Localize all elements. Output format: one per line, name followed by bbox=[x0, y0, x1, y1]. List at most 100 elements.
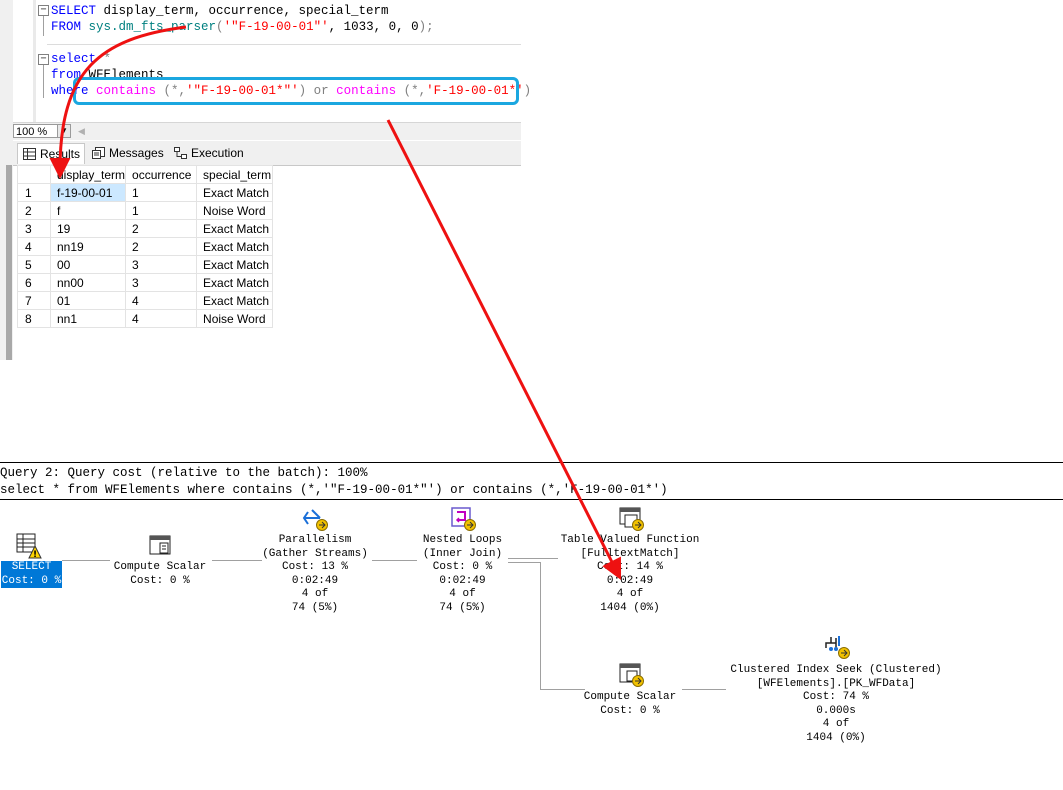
code-token: FROM bbox=[51, 20, 89, 34]
code-token: '"F-19-00-01"' bbox=[223, 20, 329, 34]
scroll-left-icon[interactable]: ◀ bbox=[78, 126, 85, 137]
collapse-toggle-icon[interactable]: − bbox=[38, 54, 49, 65]
compute-scalar-node[interactable]: Compute Scalar Cost: 0 % bbox=[105, 561, 215, 588]
compute-scalar-icon bbox=[619, 663, 644, 687]
zoom-bar: 100 % ▼ ◀ bbox=[0, 122, 521, 140]
grid-cell[interactable]: 00 bbox=[49, 255, 127, 274]
table-row[interactable]: 1 f-19-00-01 1 Exact Match bbox=[17, 183, 274, 202]
collapse-toggle-icon[interactable]: − bbox=[38, 5, 49, 16]
grid-cell[interactable]: Exact Match bbox=[196, 291, 274, 310]
chevron-down-icon[interactable]: ▼ bbox=[57, 125, 70, 137]
compute-scalar-icon bbox=[149, 535, 171, 555]
row-number-cell[interactable]: 5 bbox=[17, 255, 51, 274]
select-node[interactable]: SELECT Cost: 0 % bbox=[1, 561, 62, 588]
tab-execution-plan[interactable]: Execution plan bbox=[169, 143, 269, 181]
compute-scalar-node[interactable]: Compute Scalar Cost: 0 % bbox=[575, 691, 685, 718]
table-row[interactable]: 2 f 1 Noise Word bbox=[17, 201, 274, 220]
grid-cell[interactable]: 19 bbox=[49, 219, 127, 238]
tab-results[interactable]: Results bbox=[17, 143, 85, 164]
table-row[interactable]: 5 00 3 Exact Match bbox=[17, 255, 274, 274]
grid-cell[interactable]: f-19-00-01 bbox=[49, 183, 127, 202]
grid-cell[interactable]: 4 bbox=[125, 309, 198, 328]
zoom-value: 100 % bbox=[16, 126, 48, 138]
grid-cell[interactable]: 1 bbox=[125, 183, 198, 202]
code-line-3[interactable]: select * bbox=[51, 51, 111, 67]
select-node-icon: ! bbox=[16, 533, 42, 559]
table-valued-function-icon bbox=[619, 507, 644, 531]
row-number-cell[interactable]: 1 bbox=[17, 183, 51, 202]
grid-cell[interactable]: Exact Match bbox=[196, 237, 274, 256]
code-token: ( bbox=[216, 20, 224, 34]
grid-cell[interactable]: Exact Match bbox=[196, 273, 274, 292]
grid-cell[interactable]: nn1 bbox=[49, 309, 127, 328]
grid-cell[interactable]: f bbox=[49, 201, 127, 220]
sql-editor[interactable]: − − SELECT display_term, occurrence, spe… bbox=[0, 0, 531, 122]
row-number-cell[interactable]: 4 bbox=[17, 237, 51, 256]
grid-cell[interactable]: 4 bbox=[125, 291, 198, 310]
grid-cell[interactable]: Exact Match bbox=[196, 183, 274, 202]
results-grid[interactable]: display_term occurrence special_term 1 f-… bbox=[17, 165, 274, 328]
zoom-select[interactable]: 100 % ▼ bbox=[13, 124, 71, 138]
grid-icon bbox=[23, 148, 36, 160]
plan-connector bbox=[540, 562, 541, 689]
table-row[interactable]: 4 nn19 2 Exact Match bbox=[17, 237, 274, 256]
grid-cell[interactable]: nn19 bbox=[49, 237, 127, 256]
table-row[interactable]: 7 01 4 Exact Match bbox=[17, 291, 274, 310]
code-line-2[interactable]: FROM sys.dm_fts_parser('"F-19-00-01"', 1… bbox=[51, 19, 434, 35]
row-number-cell[interactable]: 7 bbox=[17, 291, 51, 310]
parallelism-icon bbox=[302, 509, 328, 531]
code-token: , 1033, 0, 0 bbox=[328, 20, 419, 34]
table-row[interactable]: 8 nn1 4 Noise Word bbox=[17, 309, 274, 328]
row-number-cell[interactable]: 2 bbox=[17, 201, 51, 220]
select-node-cost: Cost: 0 % bbox=[1, 574, 62, 587]
nested-loops-icon bbox=[451, 507, 476, 531]
results-tabs: Results Messages Execution plan bbox=[13, 141, 521, 181]
code-token: sys.dm_fts_parser bbox=[88, 20, 217, 34]
row-number-header[interactable] bbox=[17, 165, 51, 184]
svg-text:!: ! bbox=[33, 550, 37, 559]
grid-cell[interactable]: Exact Match bbox=[196, 219, 274, 238]
table-row[interactable]: 3 19 2 Exact Match bbox=[17, 219, 274, 238]
plan-connector bbox=[540, 689, 585, 690]
execution-plan-icon bbox=[174, 147, 187, 159]
select-node-label: SELECT bbox=[11, 561, 52, 573]
query-text-line: select * from WFElements where contains … bbox=[0, 483, 668, 497]
row-number-cell[interactable]: 6 bbox=[17, 273, 51, 292]
grid-cell[interactable]: Noise Word bbox=[196, 201, 274, 220]
grid-cell[interactable]: Exact Match bbox=[196, 255, 274, 274]
code-token: select bbox=[51, 52, 97, 66]
plan-connector bbox=[62, 560, 110, 561]
tab-messages-label: Messages bbox=[109, 146, 164, 160]
grid-header-row: display_term occurrence special_term bbox=[17, 165, 274, 184]
parallelism-node[interactable]: Parallelism (Gather Streams) Cost: 13 % … bbox=[255, 534, 375, 615]
grid-cell[interactable]: 3 bbox=[125, 255, 198, 274]
scrollbar[interactable] bbox=[6, 165, 12, 360]
column-header[interactable]: occurrence bbox=[125, 165, 198, 184]
code-token: display_term, occurrence, special_term bbox=[96, 4, 389, 18]
clustered-index-seek-node[interactable]: Clustered Index Seek (Clustered) [WFElem… bbox=[720, 664, 952, 745]
highlight-box bbox=[73, 77, 519, 105]
code-token: ); bbox=[418, 20, 434, 34]
code-line-1[interactable]: SELECT display_term, occurrence, special… bbox=[51, 3, 389, 19]
grid-cell[interactable]: 1 bbox=[125, 201, 198, 220]
code-token: SELECT bbox=[51, 4, 97, 18]
code-token: ) bbox=[523, 84, 532, 98]
grid-cell[interactable]: Noise Word bbox=[196, 309, 274, 328]
plan-header-bottom-rule bbox=[0, 499, 1063, 500]
clustered-index-seek-icon bbox=[825, 636, 850, 659]
column-header[interactable]: display_term bbox=[49, 165, 127, 184]
table-row[interactable]: 6 nn00 3 Exact Match bbox=[17, 273, 274, 292]
nested-loops-node[interactable]: Nested Loops (Inner Join) Cost: 0 % 0:02… bbox=[405, 534, 520, 615]
column-header[interactable]: special_term bbox=[196, 165, 274, 184]
row-number-cell[interactable]: 8 bbox=[17, 309, 51, 328]
table-valued-function-node[interactable]: Table Valued Function [FulltextMatch] Co… bbox=[560, 534, 700, 615]
row-number-cell[interactable]: 3 bbox=[17, 219, 51, 238]
plan-header-top-rule bbox=[0, 462, 1063, 463]
tab-messages[interactable]: Messages bbox=[87, 143, 167, 164]
grid-cell[interactable]: nn00 bbox=[49, 273, 127, 292]
grid-cell[interactable]: 3 bbox=[125, 273, 198, 292]
grid-cell[interactable]: 01 bbox=[49, 291, 127, 310]
gutter-divider bbox=[33, 0, 36, 122]
grid-cell[interactable]: 2 bbox=[125, 219, 198, 238]
grid-cell[interactable]: 2 bbox=[125, 237, 198, 256]
